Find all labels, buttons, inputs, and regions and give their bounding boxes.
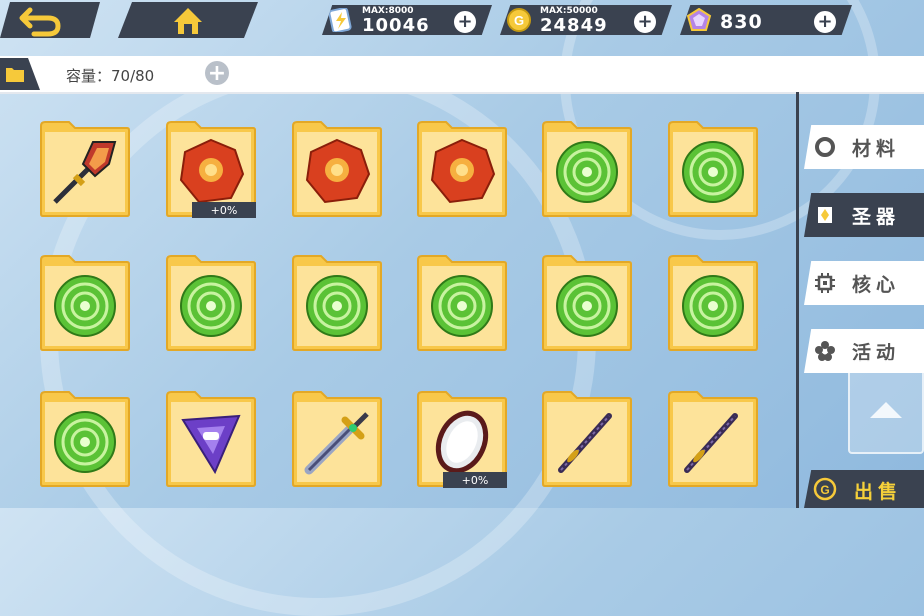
sell-coin-icon: G [813,477,837,501]
tab-materials[interactable]: 材料 [804,125,924,169]
spear-icon [53,141,117,204]
katana-icon [684,413,738,473]
red-gem-icon [305,138,371,204]
red-gem-icon [430,138,496,204]
svg-text:G: G [514,13,524,28]
green-orb-icon [306,275,368,337]
bonus-badge: +0% [443,472,507,488]
green-orb-icon [682,141,744,203]
item-card-purple-gem[interactable] [165,390,257,488]
item-card-green-orb[interactable] [165,254,257,352]
item-card-sword[interactable] [291,390,383,488]
green-orb-icon [682,275,744,337]
item-card-red-gem[interactable] [291,120,383,218]
coin-icon: G [507,8,531,32]
tab-relics[interactable]: 圣器 [804,193,924,237]
item-card-green-orb[interactable] [541,254,633,352]
item-card-green-orb[interactable] [667,254,759,352]
energy-resource: MAX:8000 10046 + [322,5,492,35]
item-card-green-orb[interactable] [291,254,383,352]
chevron-up-icon [870,402,902,418]
sword-icon [304,412,369,475]
back-arrow-icon [19,7,61,37]
add-energy-button[interactable]: + [452,9,478,35]
home-button[interactable] [118,2,258,38]
item-card-green-orb[interactable] [416,254,508,352]
item-card-green-orb[interactable] [667,120,759,218]
gem-value: 830 [720,11,763,33]
scroll-up-button[interactable] [848,360,924,454]
purple-gem-icon [181,414,241,475]
green-orb-icon [54,275,116,337]
item-card-spear[interactable] [39,120,131,218]
item-card-green-orb[interactable] [541,120,633,218]
item-card-katana[interactable] [667,390,759,488]
item-card-red-gem[interactable] [416,120,508,218]
item-card-katana[interactable] [541,390,633,488]
green-orb-icon [180,275,242,337]
add-coins-button[interactable]: + [632,9,658,35]
coin-value: 24849 [540,15,608,36]
mirror-shield-icon [435,410,489,474]
gear-ring-icon [815,137,835,157]
svg-text:G: G [820,483,829,497]
energy-value: 10046 [362,15,430,36]
expand-capacity-button[interactable]: + [205,61,229,86]
tab-label: 材料 [852,138,901,160]
green-orb-icon [556,141,618,203]
sell-label: 出售 [854,481,903,503]
green-orb-icon [556,275,618,337]
gem-resource: 830 + [680,5,852,35]
bonus-badge: +0% [192,202,256,218]
sell-button[interactable]: G 出售 [804,470,924,508]
item-card-red-gem[interactable]: +0% [165,120,257,218]
flower-icon [815,341,835,361]
energy-card-icon [328,8,352,32]
tab-core[interactable]: 核心 [804,261,924,305]
add-gems-button[interactable]: + [812,9,838,35]
green-orb-icon [431,275,493,337]
back-button[interactable] [0,2,100,38]
side-divider [796,92,799,508]
red-gem-icon [179,138,245,204]
item-card-mirror-shield[interactable]: +0% [416,390,508,488]
green-orb-icon [54,411,116,473]
home-icon [174,8,202,34]
tab-label: 核心 [852,274,901,296]
chip-icon [815,273,835,293]
tab-label: 圣器 [852,206,901,228]
item-card-green-orb[interactable] [39,390,131,488]
gem-icon [686,8,712,31]
katana-icon [558,413,612,473]
capacity-label: 容量：70/80 [66,67,155,85]
item-card-green-orb[interactable] [39,254,131,352]
coin-resource: G MAX:50000 24849 + [500,5,672,35]
relic-icon [818,207,832,223]
